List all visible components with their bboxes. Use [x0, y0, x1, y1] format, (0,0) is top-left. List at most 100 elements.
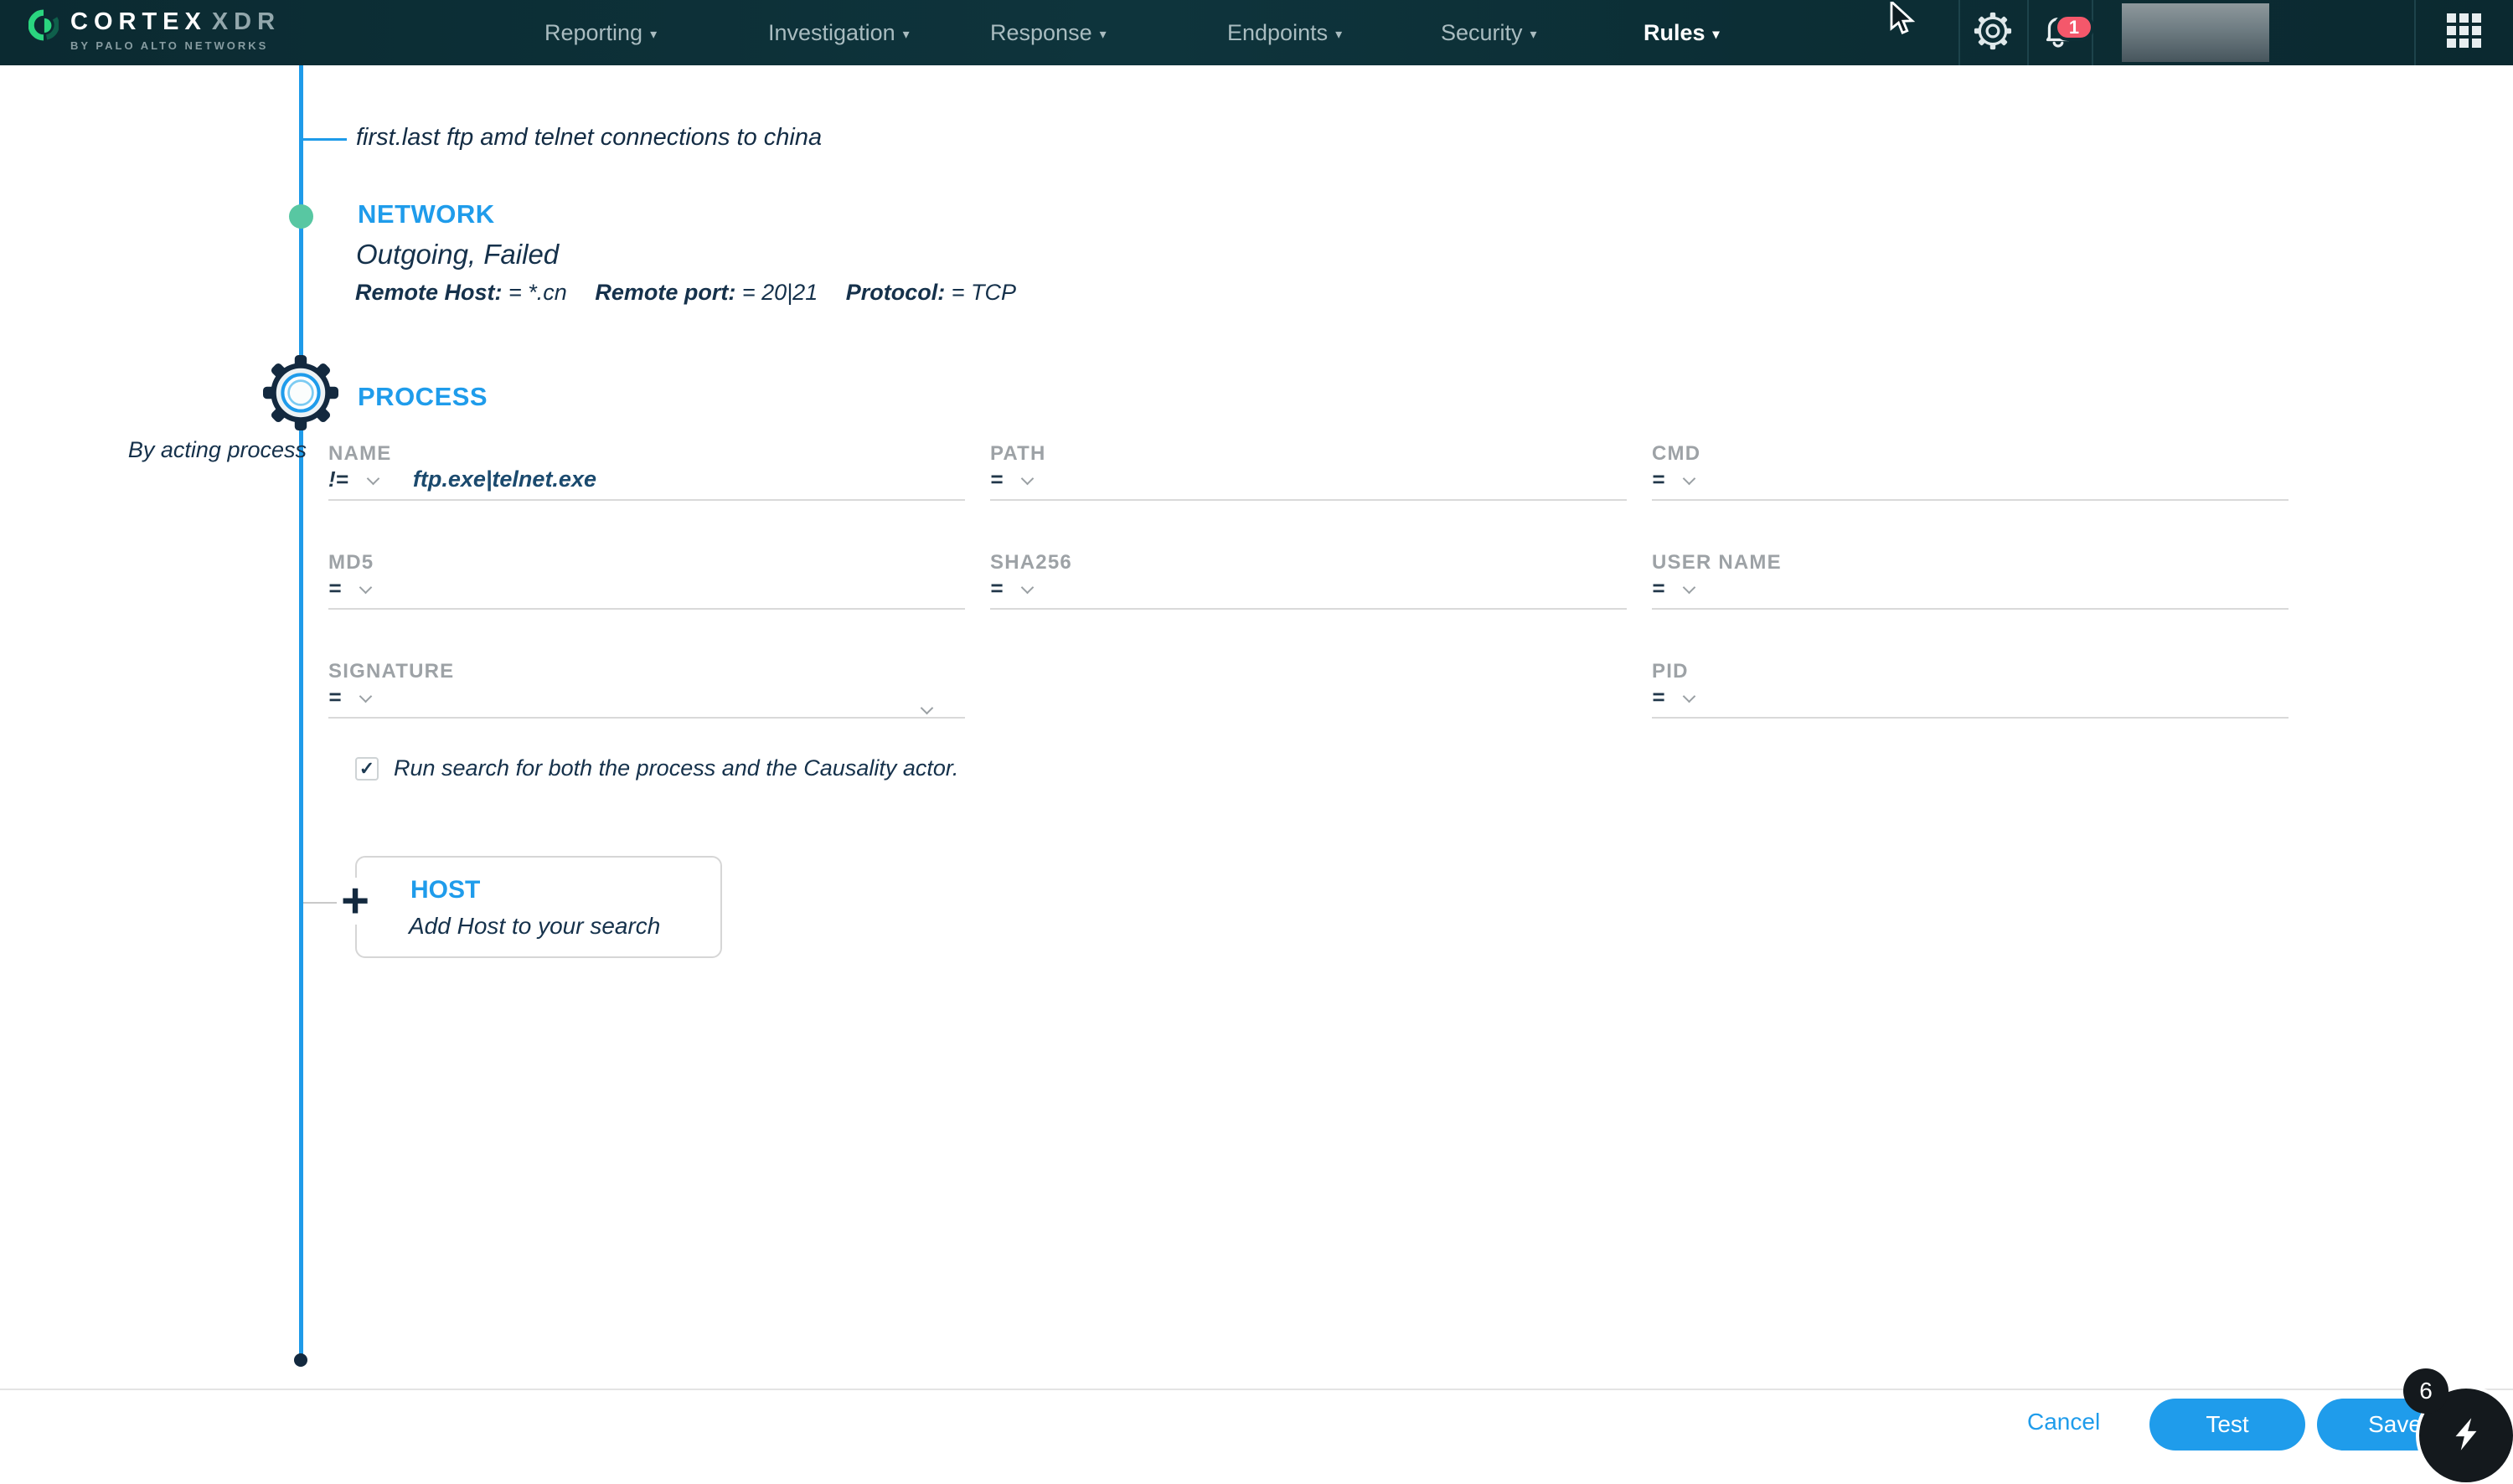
- field-pid: PID =: [1652, 660, 2289, 719]
- chevron-down-icon[interactable]: [1683, 582, 1695, 595]
- field-username-operator[interactable]: =: [1652, 575, 1664, 601]
- grid-icon: [2447, 13, 2482, 53]
- user-account-label[interactable]: [2122, 3, 2269, 62]
- brand-subtitle: BY PALO ALTO NETWORKS: [70, 39, 269, 52]
- field-username: USER NAME =: [1652, 551, 2289, 610]
- nav-item-label: Endpoints: [1227, 19, 1329, 45]
- field-md5-operator[interactable]: =: [328, 575, 341, 601]
- field-name-operator[interactable]: !=: [328, 466, 348, 492]
- chevron-down-icon: ▾: [650, 28, 658, 42]
- chevron-down-icon[interactable]: [1021, 473, 1034, 486]
- condition-label: Protocol:: [845, 280, 946, 305]
- notification-count: 1: [2068, 16, 2080, 38]
- nav-item-investigation[interactable]: Investigation ▾: [768, 0, 910, 65]
- title-connector-line: [302, 138, 347, 141]
- field-md5: MD5 =: [328, 551, 965, 610]
- settings-button[interactable]: [1967, 0, 2019, 65]
- nav-item-security[interactable]: Security ▾: [1441, 0, 1537, 65]
- chevron-down-icon: ▾: [1099, 28, 1107, 42]
- field-pid-operator[interactable]: =: [1652, 684, 1664, 710]
- gear-icon: [1974, 12, 2012, 54]
- timeline-end-dot: [294, 1353, 307, 1367]
- condition-protocol: Protocol: = TCP: [846, 280, 1016, 305]
- chevron-down-icon[interactable]: [1021, 582, 1034, 595]
- notification-count-badge[interactable]: 1: [2054, 13, 2094, 41]
- cancel-button[interactable]: Cancel: [2027, 1409, 2100, 1435]
- field-sha256-label: SHA256: [990, 551, 1072, 574]
- nav-divider: [1958, 0, 1960, 65]
- footer-action-bar: Cancel Test Save: [0, 1389, 2513, 1484]
- network-section-heading[interactable]: NETWORK: [358, 199, 495, 229]
- field-signature-label: SIGNATURE: [328, 660, 455, 683]
- field-name-value[interactable]: ftp.exe|telnet.exe: [413, 466, 596, 492]
- nav-item-label: Reporting: [544, 19, 643, 45]
- chevron-down-icon: ▾: [902, 28, 910, 42]
- process-section-heading[interactable]: PROCESS: [358, 382, 488, 412]
- plus-icon[interactable]: +: [337, 877, 374, 925]
- chevron-down-icon: ▾: [1712, 28, 1720, 42]
- brand-name: CORTEX: [70, 8, 207, 35]
- brand-logo[interactable]: CORTEX XDR BY PALO ALTO NETWORKS: [28, 8, 281, 52]
- host-card-subtitle: Add Host to your search: [409, 913, 661, 939]
- condition-value: = 20|21: [741, 280, 818, 305]
- nav-divider: [2027, 0, 2029, 65]
- brand-suffix: XDR: [211, 8, 281, 35]
- field-path: PATH =: [990, 442, 1627, 501]
- nav-item-rules[interactable]: Rules ▾: [1644, 0, 1720, 65]
- top-nav-bar: CORTEX XDR BY PALO ALTO NETWORKS Reportin…: [0, 0, 2513, 65]
- add-host-card[interactable]: [355, 856, 722, 958]
- nav-item-reporting[interactable]: Reporting ▾: [544, 0, 657, 65]
- rule-title[interactable]: first.last ftp amd telnet connections to…: [356, 124, 822, 152]
- field-name: NAME != ftp.exe|telnet.exe: [328, 442, 965, 501]
- nav-divider: [2414, 0, 2416, 65]
- condition-label: Remote Host:: [355, 280, 503, 305]
- mouse-cursor: [1890, 0, 1922, 41]
- field-signature-operator[interactable]: =: [328, 684, 341, 710]
- network-conditions: Remote Host: = *.cn Remote port: = 20|21…: [355, 280, 1038, 306]
- field-path-label: PATH: [990, 442, 1046, 465]
- chevron-down-icon[interactable]: [359, 582, 372, 595]
- cortex-xdr-app: CORTEX XDR BY PALO ALTO NETWORKS Reportin…: [0, 0, 2513, 1484]
- nav-item-endpoints[interactable]: Endpoints ▾: [1227, 0, 1342, 65]
- field-cmd: CMD =: [1652, 442, 2289, 501]
- process-node-gear-icon[interactable]: [263, 355, 338, 435]
- field-sha256: SHA256 =: [990, 551, 1627, 610]
- signature-select-chevron-icon[interactable]: [921, 703, 933, 715]
- chat-unread-count: 6: [2419, 1378, 2433, 1404]
- condition-remote-port: Remote port: = 20|21: [595, 280, 818, 305]
- condition-value: = TCP: [951, 280, 1017, 305]
- acting-process-label: By acting process: [127, 437, 307, 462]
- chevron-down-icon[interactable]: [1683, 691, 1695, 703]
- brand-text: CORTEX XDR BY PALO ALTO NETWORKS: [70, 8, 281, 52]
- chevron-down-icon[interactable]: [359, 691, 372, 703]
- cortex-logo-icon: [28, 8, 59, 46]
- field-signature: SIGNATURE =: [328, 660, 965, 719]
- field-username-label: USER NAME: [1652, 551, 1782, 574]
- field-md5-label: MD5: [328, 551, 374, 574]
- condition-label: Remote port:: [595, 280, 736, 305]
- process-fields-grid: NAME != ftp.exe|telnet.exe PATH = CMD =: [328, 442, 2289, 719]
- causality-checkbox-label: Run search for both the process and the …: [394, 755, 959, 781]
- network-node-dot[interactable]: [289, 204, 313, 229]
- host-card-heading[interactable]: HOST: [410, 876, 480, 904]
- field-pid-label: PID: [1652, 660, 1689, 683]
- test-button[interactable]: Test: [2149, 1399, 2305, 1451]
- rule-timeline: [299, 65, 303, 1358]
- chevron-down-icon[interactable]: [1683, 473, 1695, 486]
- field-cmd-operator[interactable]: =: [1652, 466, 1664, 492]
- causality-checkbox[interactable]: ✓: [355, 756, 379, 781]
- app-switcher-button[interactable]: [2438, 0, 2491, 65]
- chat-unread-badge: 6: [2403, 1368, 2448, 1414]
- nav-item-response[interactable]: Response ▾: [990, 0, 1107, 65]
- field-sha256-operator[interactable]: =: [990, 575, 1003, 601]
- condition-value: = *.cn: [508, 280, 567, 305]
- nav-item-label: Response: [990, 19, 1092, 45]
- nav-item-label: Security: [1441, 19, 1523, 45]
- lightning-bolt-icon: [2444, 1412, 2488, 1460]
- field-path-operator[interactable]: =: [990, 466, 1003, 492]
- condition-remote-host: Remote Host: = *.cn: [355, 280, 567, 305]
- field-name-label: NAME: [328, 442, 392, 465]
- field-cmd-label: CMD: [1652, 442, 1701, 465]
- chevron-down-icon[interactable]: [367, 473, 379, 486]
- network-subtitle: Outgoing, Failed: [356, 239, 560, 270]
